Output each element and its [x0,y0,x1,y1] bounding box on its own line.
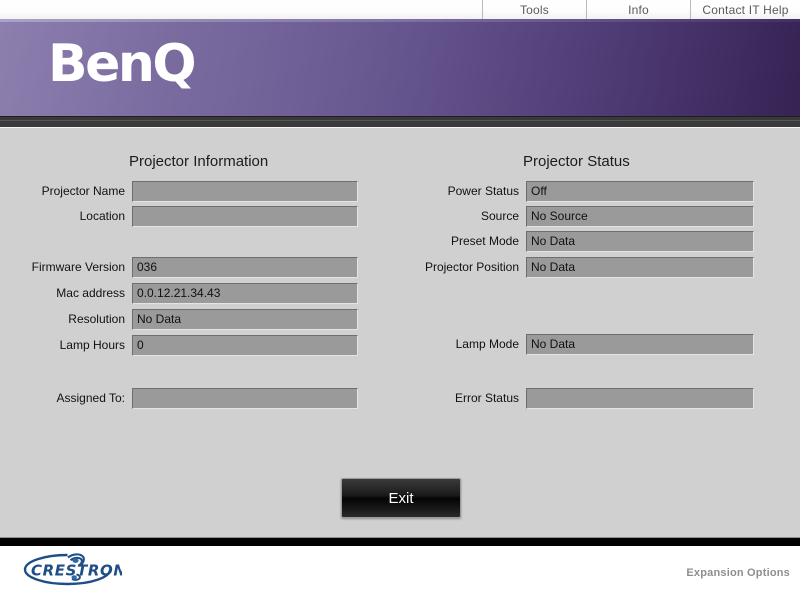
crestron-logo-icon: CRESTRON [23,553,126,586]
field-row-projector-position: Projector Position No Data [405,257,754,278]
expansion-options-label: Expansion Options [686,567,790,579]
field-mac-address[interactable]: 0.0.12.21.34.43 [132,283,358,304]
projector-web-control-page: Tools Info Contact IT Help BenQ Projecto… [0,0,800,599]
field-firmware-version[interactable]: 036 [132,257,358,278]
field-resolution[interactable]: No Data [132,309,358,330]
label-preset-mode: Preset Mode [450,234,519,248]
label-lamp-mode: Lamp Mode [455,337,519,351]
field-assigned-to[interactable] [132,388,358,409]
projector-information-title: Projector Information [129,153,269,170]
nav-item-label: Tools [519,2,549,17]
nav-item-info[interactable]: Info [586,0,690,19]
field-projector-name[interactable] [132,181,358,202]
label-source: Source [480,209,519,223]
field-error-status[interactable] [526,388,754,409]
svg-text:CRESTRON: CRESTRON [31,562,122,580]
projector-status-title: Projector Status [523,153,630,170]
label-mac-address: Mac address [56,286,125,300]
nav-item-contact-it-help[interactable]: Contact IT Help [690,0,800,19]
top-navigation-bar: Tools Info Contact IT Help [0,0,800,19]
field-row-resolution: Resolution No Data [8,309,358,330]
label-projector-position: Projector Position [424,260,519,274]
label-resolution: Resolution [68,312,125,326]
label-firmware-version: Firmware Version [31,260,125,274]
field-row-lamp-hours: Lamp Hours 0 [8,335,358,356]
footer: CRESTRON Expansion Options [0,546,800,599]
field-lamp-hours[interactable]: 0 [132,335,358,356]
field-preset-mode[interactable]: No Data [526,231,754,252]
field-row-power-status: Power Status Off [405,181,754,202]
exit-button-label: Exit [388,489,414,507]
label-power-status: Power Status [447,184,519,198]
field-power-status[interactable]: Off [526,181,754,202]
field-projector-position[interactable]: No Data [526,257,754,278]
field-row-error-status: Error Status [405,388,754,409]
field-row-assigned-to: Assigned To: [8,388,358,409]
field-row-projector-name: Projector Name [8,181,358,202]
label-lamp-hours: Lamp Hours [59,338,125,352]
benq-logo: BenQ [48,34,197,94]
field-row-firmware-version: Firmware Version 036 [8,257,358,278]
label-error-status: Error Status [454,391,519,405]
brand-banner: BenQ [0,19,800,116]
exit-button[interactable]: Exit [341,478,461,518]
label-location: Location [79,209,125,223]
field-row-source: Source No Source [405,206,754,227]
field-row-location: Location [8,206,358,227]
nav-item-tools[interactable]: Tools [482,0,586,19]
crestron-logo: CRESTRON [18,550,126,592]
field-lamp-mode[interactable]: No Data [526,334,754,355]
label-assigned-to: Assigned To: [56,391,126,405]
label-projector-name: Projector Name [41,184,125,198]
nav-item-label: Contact IT Help [702,2,789,17]
field-source[interactable]: No Source [526,206,754,227]
main-content: Projector Information Projector Status P… [0,127,800,537]
field-row-preset-mode: Preset Mode No Data [405,231,754,252]
field-row-lamp-mode: Lamp Mode No Data [405,334,754,355]
field-row-mac-address: Mac address 0.0.12.21.34.43 [8,283,358,304]
field-location[interactable] [132,206,358,227]
nav-item-label: Info [628,2,649,17]
